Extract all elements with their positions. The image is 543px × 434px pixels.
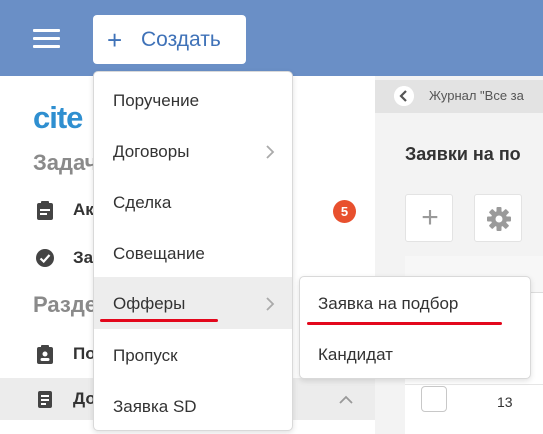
plus-icon: + [421, 201, 439, 234]
menu-item-assignment[interactable]: Поручение [94, 74, 292, 126]
sidebar-item-label: Ак [73, 200, 94, 219]
menu-item-contracts[interactable]: Договоры [94, 125, 292, 177]
submenu-item-candidate[interactable]: Кандидат [300, 329, 530, 379]
settings-button[interactable] [474, 194, 522, 242]
menu-item-label: Поручение [113, 91, 200, 110]
menu-item-deal[interactable]: Сделка [94, 176, 292, 228]
section-title-tasks: Задач [33, 150, 98, 175]
create-dropdown-menu: Поручение Договоры Сделка Совещание Оффе… [93, 71, 293, 431]
annotation-underline-offers [100, 319, 218, 322]
top-bar [0, 0, 543, 76]
submenu-item-label: Заявка на подбор [318, 294, 459, 313]
menu-item-label: Офферы [113, 294, 186, 313]
create-button-label: Создать [141, 27, 221, 51]
chevron-up-icon[interactable] [339, 395, 353, 405]
check-circle-icon [36, 249, 54, 267]
submenu-item-selection-request[interactable]: Заявка на подбор [300, 278, 530, 328]
menu-item-meeting[interactable]: Совещание [94, 227, 292, 279]
menu-item-label: Пропуск [113, 346, 178, 365]
logo: cite [33, 100, 83, 135]
breadcrumb-text[interactable]: Журнал "Все за [429, 88, 524, 103]
document-icon [38, 391, 52, 408]
count-badge: 5 [333, 200, 356, 223]
clipboard-icon [37, 201, 53, 220]
page-title: Заявки на по [405, 144, 521, 164]
menu-item-label: Заявка SD [113, 397, 197, 416]
menu-item-label: Договоры [113, 142, 190, 161]
row-checkbox[interactable] [421, 386, 447, 412]
menu-item-sd-request[interactable]: Заявка SD [94, 380, 292, 432]
menu-item-pass[interactable]: Пропуск [94, 329, 292, 381]
section-title-sections: Разде [33, 292, 98, 317]
add-button[interactable]: + [405, 194, 453, 242]
clipboard-user-icon [37, 345, 53, 364]
menu-item-label: Сделка [113, 193, 172, 212]
row-number: 13 [497, 394, 513, 410]
hamburger-menu-icon[interactable] [33, 29, 60, 49]
menu-item-label: Совещание [113, 244, 205, 263]
submenu-item-label: Кандидат [318, 345, 393, 364]
chevron-right-icon [266, 145, 275, 159]
annotation-underline-selection-request [307, 322, 502, 325]
sidebar-item-label: За [73, 248, 94, 267]
chevron-right-icon [266, 297, 275, 311]
offers-submenu: Заявка на подбор Кандидат [299, 276, 531, 379]
gear-icon [487, 207, 511, 231]
plus-icon: + [107, 24, 123, 55]
back-arrow-icon[interactable] [394, 86, 414, 106]
create-button[interactable]: + Создать [93, 15, 246, 64]
